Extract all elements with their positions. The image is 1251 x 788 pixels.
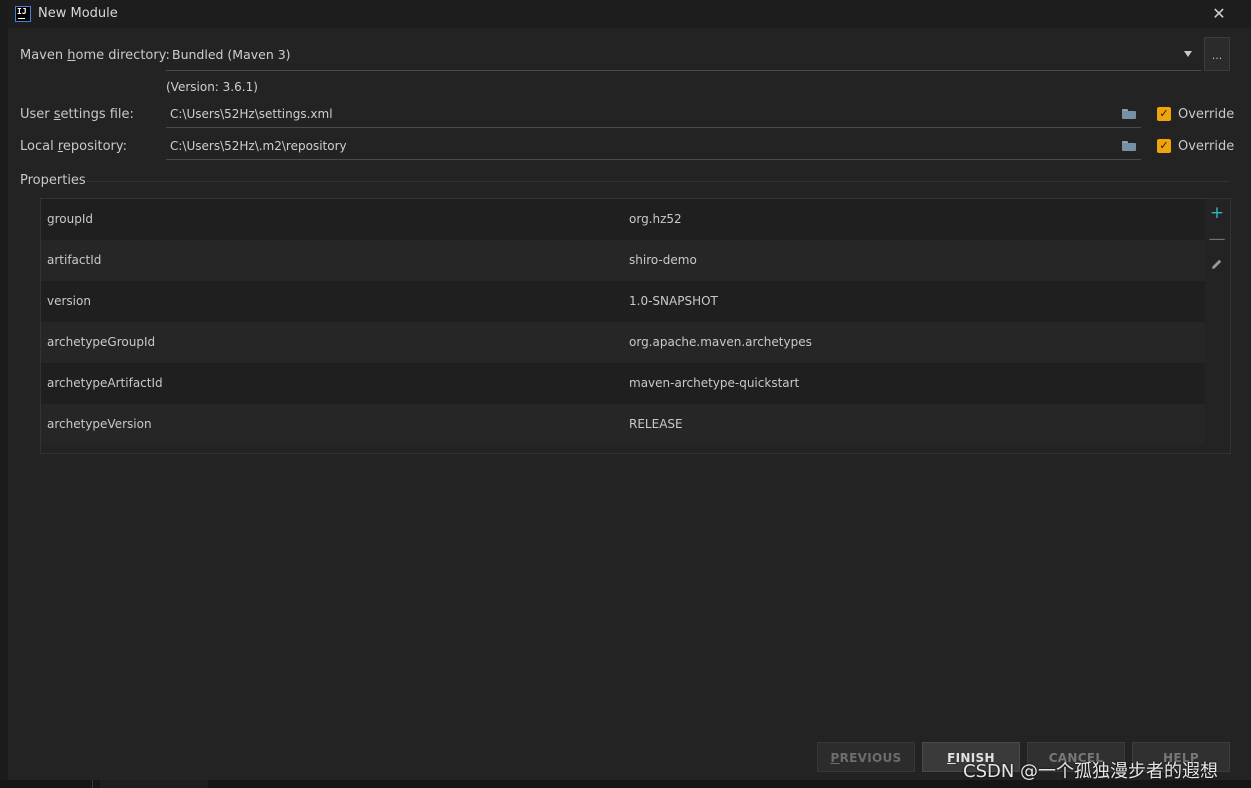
property-key: artifactId — [47, 253, 102, 267]
user-settings-label: User settings file: — [20, 107, 134, 122]
table-row[interactable]: archetypeVersion RELEASE — [41, 404, 1205, 445]
table-toolbar: + — — [1205, 198, 1231, 454]
local-repository-underline — [166, 159, 1141, 160]
maven-home-select[interactable]: Bundled (Maven 3) — [172, 47, 291, 62]
properties-table: groupId org.hz52 artifactId shiro-demo v… — [40, 198, 1206, 454]
new-module-dialog: IJ New Module ✕ Maven home directory: Bu… — [8, 0, 1251, 780]
property-value[interactable]: shiro-demo — [629, 253, 697, 267]
folder-icon[interactable] — [1122, 141, 1136, 151]
maven-home-underline — [166, 70, 1201, 71]
local-repository-input[interactable]: C:\Users\52Hz\.m2\repository — [170, 139, 347, 153]
property-key: groupId — [47, 212, 94, 226]
table-row[interactable]: groupId org.hz52 — [41, 199, 1205, 240]
section-divider — [86, 181, 1229, 182]
previous-button[interactable]: PREVIOUS — [817, 742, 915, 772]
property-key: archetypeArtifactId — [47, 376, 163, 390]
property-key: archetypeGroupId — [47, 335, 156, 349]
property-value[interactable]: maven-archetype-quickstart — [629, 376, 799, 390]
property-value[interactable]: org.apache.maven.archetypes — [629, 335, 812, 349]
close-icon[interactable]: ✕ — [1212, 4, 1226, 23]
table-row[interactable]: version 1.0-SNAPSHOT — [41, 281, 1205, 322]
settings-override-label: Override — [1178, 107, 1235, 122]
repository-override-label: Override — [1178, 139, 1235, 154]
user-settings-underline — [166, 127, 1141, 128]
table-row[interactable]: archetypeGroupId org.apache.maven.archet… — [41, 322, 1205, 363]
property-value[interactable]: 1.0-SNAPSHOT — [629, 294, 718, 308]
window-title: New Module — [38, 6, 118, 21]
user-settings-input[interactable]: C:\Users\52Hz\settings.xml — [170, 107, 333, 121]
maven-home-label: Maven home directory: — [20, 48, 170, 63]
property-key: archetypeVersion — [47, 417, 152, 431]
add-icon[interactable]: + — [1205, 203, 1229, 223]
remove-icon[interactable]: — — [1205, 229, 1229, 249]
settings-override-checkbox[interactable]: ✓ — [1157, 107, 1171, 121]
background-strip — [0, 780, 1251, 788]
property-value[interactable]: RELEASE — [629, 417, 683, 431]
browse-maven-home-button[interactable]: ... — [1204, 37, 1230, 71]
property-key: version — [47, 294, 91, 308]
table-row[interactable]: artifactId shiro-demo — [41, 240, 1205, 281]
table-row[interactable]: archetypeArtifactId maven-archetype-quic… — [41, 363, 1205, 404]
local-repository-label: Local repository: — [20, 139, 128, 154]
intellij-app-icon: IJ — [15, 6, 31, 22]
chevron-down-icon[interactable] — [1184, 51, 1192, 57]
edit-icon[interactable] — [1205, 255, 1229, 275]
repository-override-checkbox[interactable]: ✓ — [1157, 139, 1171, 153]
folder-icon[interactable] — [1122, 109, 1136, 119]
title-bar: IJ New Module ✕ — [8, 0, 1251, 28]
property-value[interactable]: org.hz52 — [629, 212, 682, 226]
properties-section-title: Properties — [20, 173, 86, 188]
maven-version-note: (Version: 3.6.1) — [166, 80, 258, 94]
